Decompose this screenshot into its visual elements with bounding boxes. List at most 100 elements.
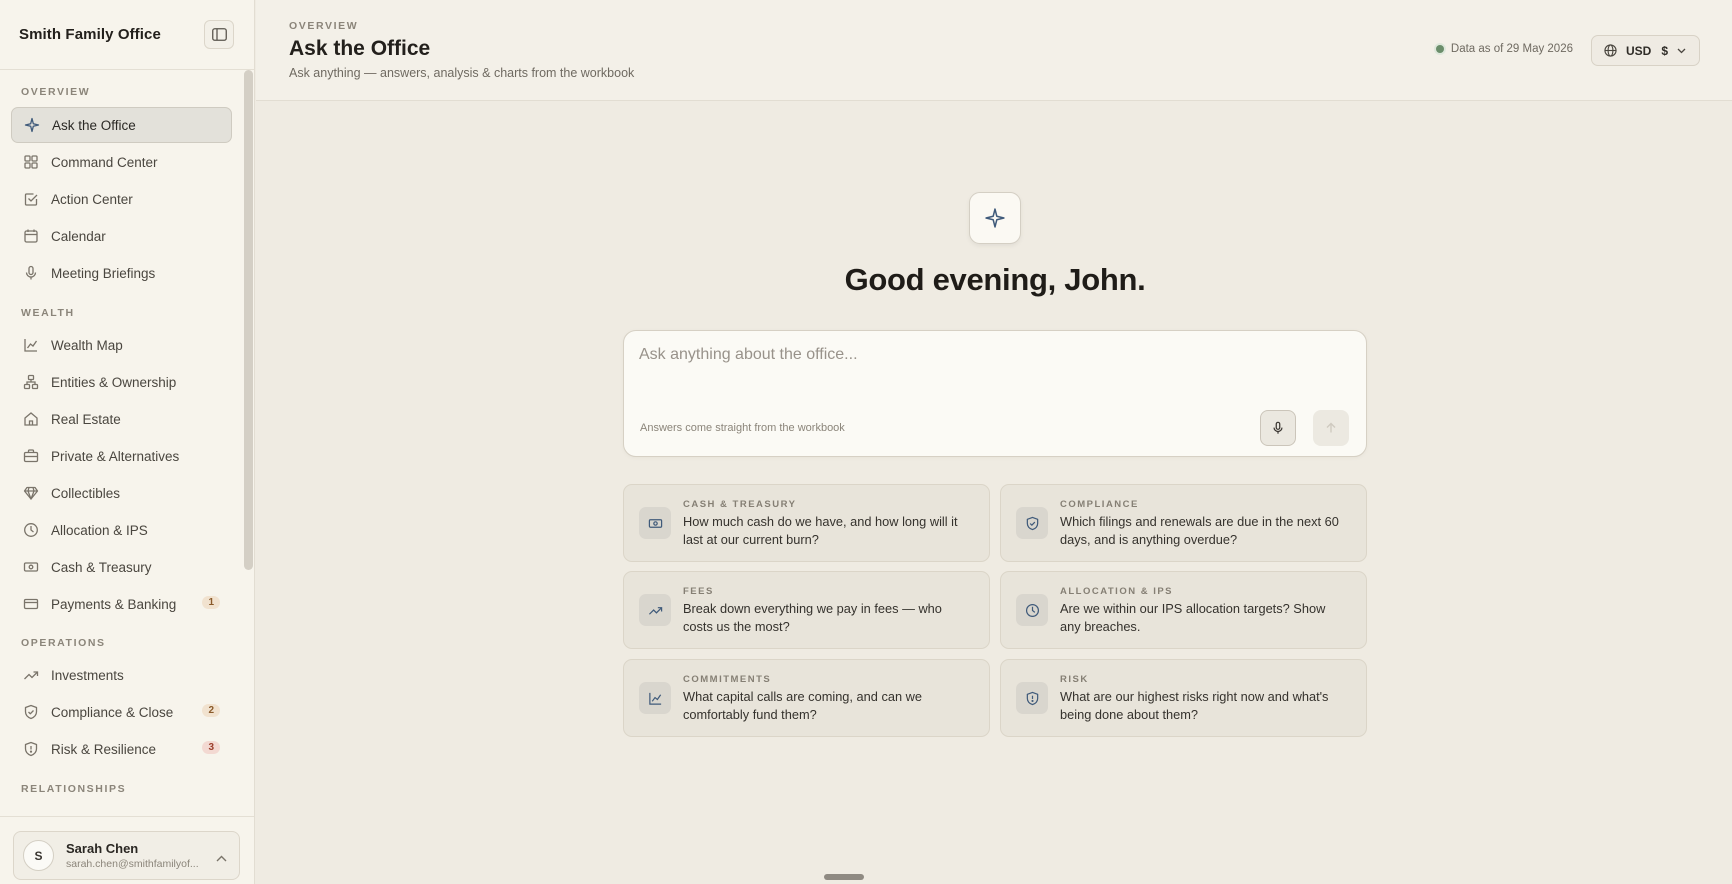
assistant-sparkle-icon	[969, 192, 1021, 244]
home-indicator[interactable]	[824, 874, 864, 880]
ask-input[interactable]	[639, 346, 1239, 364]
alert-shield-icon	[23, 741, 39, 757]
chevron-down-icon	[1677, 48, 1686, 54]
sidebar-item-entities-ownership[interactable]: Entities & Ownership	[11, 364, 232, 400]
sidebar-scrollbar[interactable]	[244, 70, 253, 570]
sidebar-item-label: Entities & Ownership	[51, 374, 177, 390]
suggestion-tag: CASH & TREASURY	[683, 499, 797, 510]
breadcrumb: OVERVIEW	[289, 20, 359, 32]
sidebar-item-meeting-briefings[interactable]: Meeting Briefings	[11, 255, 232, 291]
suggestion-card-commitments[interactable]: COMMITMENTS What capital calls are comin…	[623, 659, 990, 737]
checkbox-icon	[23, 191, 39, 207]
avatar: S	[23, 840, 54, 871]
sidebar-item-payments-banking[interactable]: Payments & Banking 1	[11, 586, 232, 622]
banknote-icon	[23, 559, 39, 575]
clock-icon	[1016, 594, 1048, 626]
sidebar-item-command-center[interactable]: Command Center	[11, 144, 232, 180]
sidebar-item-label: Risk & Resilience	[51, 741, 157, 757]
sidebar-item-label: Cash & Treasury	[51, 559, 152, 575]
section-label-relationships: RELATIONSHIPS	[21, 783, 127, 795]
suggestion-card-allocation-ips[interactable]: ALLOCATION & IPS Are we within our IPS a…	[1000, 571, 1367, 649]
suggestion-card-risk[interactable]: RISK What are our highest risks right no…	[1000, 659, 1367, 737]
trend-up-icon	[23, 667, 39, 683]
suggestion-card-fees[interactable]: FEES Break down everything we pay in fee…	[623, 571, 990, 649]
shield-check-icon	[1016, 507, 1048, 539]
sidebar-toggle-button[interactable]	[204, 20, 234, 49]
section-label-wealth: WEALTH	[21, 307, 75, 319]
sidebar-item-label: Private & Alternatives	[51, 448, 180, 464]
sidebar-item-cash-treasury[interactable]: Cash & Treasury	[11, 549, 232, 585]
sidebar-item-label: Meeting Briefings	[51, 265, 156, 281]
suggestion-card-cash-treasury[interactable]: CASH & TREASURY How much cash do we have…	[623, 484, 990, 562]
ask-hint: Answers come straight from the workbook	[640, 422, 845, 434]
user-profile-button[interactable]: S Sarah Chen sarah.chen@smithfamilyof...	[13, 831, 240, 880]
sidebar: Smith Family Office OVERVIEW Ask the Off…	[0, 0, 255, 884]
page-header: OVERVIEW Ask the Office Ask anything — a…	[256, 0, 1732, 101]
sparkle-icon	[24, 117, 40, 133]
sidebar-item-label: Real Estate	[51, 411, 121, 427]
sidebar-item-action-center[interactable]: Action Center	[11, 181, 232, 217]
suggestion-tag: ALLOCATION & IPS	[1060, 586, 1174, 597]
voice-input-button[interactable]	[1260, 410, 1296, 446]
section-label-operations: OPERATIONS	[21, 637, 106, 649]
sidebar-item-calendar[interactable]: Calendar	[11, 218, 232, 254]
section-label-overview: OVERVIEW	[21, 86, 91, 98]
suggestion-text: Break down everything we pay in fees — w…	[683, 601, 942, 634]
user-name: Sarah Chen	[66, 841, 139, 856]
diamond-icon	[23, 485, 39, 501]
house-icon	[23, 411, 39, 427]
data-freshness-indicator: Data as of 29 May 2026	[1435, 43, 1573, 55]
currency-selector[interactable]: USD $	[1591, 35, 1700, 66]
suggestion-tag: COMMITMENTS	[683, 674, 772, 685]
sidebar-item-real-estate[interactable]: Real Estate	[11, 401, 232, 437]
briefcase-icon	[23, 448, 39, 464]
alert-shield-icon	[1016, 682, 1048, 714]
mic-icon	[23, 265, 39, 281]
page-title: Ask the Office	[289, 37, 431, 60]
card-icon	[23, 596, 39, 612]
sidebar-item-ask-the-office[interactable]: Ask the Office	[11, 107, 232, 143]
sidebar-item-investments[interactable]: Investments	[11, 657, 232, 693]
trend-up-icon	[639, 594, 671, 626]
shield-icon	[23, 704, 39, 720]
sidebar-item-wealth-map[interactable]: Wealth Map	[11, 327, 232, 363]
suggestion-text: Which filings and renewals are due in th…	[1060, 514, 1339, 547]
sidebar-item-label: Investments	[51, 667, 124, 683]
clock-icon	[23, 522, 39, 538]
sidebar-item-label: Command Center	[51, 154, 158, 170]
notification-badge: 1	[202, 596, 220, 609]
suggestion-tag: COMPLIANCE	[1060, 499, 1139, 510]
line-chart-icon	[639, 682, 671, 714]
sidebar-item-collectibles[interactable]: Collectibles	[11, 475, 232, 511]
sidebar-item-allocation-ips[interactable]: Allocation & IPS	[11, 512, 232, 548]
sidebar-item-private-alternatives[interactable]: Private & Alternatives	[11, 438, 232, 474]
notification-badge: 2	[202, 704, 220, 717]
page-subtitle: Ask anything — answers, analysis & chart…	[289, 66, 635, 80]
sidebar-item-label: Calendar	[51, 228, 106, 244]
sidebar-item-label: Action Center	[51, 191, 133, 207]
sidebar-item-label: Compliance & Close	[51, 704, 174, 720]
sidebar-item-label: Wealth Map	[51, 337, 123, 353]
send-button[interactable]	[1313, 410, 1349, 446]
org-chart-icon	[23, 374, 39, 390]
chevron-up-icon	[216, 849, 227, 867]
suggestion-card-compliance[interactable]: COMPLIANCE Which filings and renewals ar…	[1000, 484, 1367, 562]
user-email: sarah.chen@smithfamilyof...	[66, 858, 199, 870]
ask-box: Answers come straight from the workbook	[623, 330, 1367, 457]
greeting-heading: Good evening, John.	[844, 262, 1146, 297]
grid-icon	[23, 154, 39, 170]
sidebar-header: Smith Family Office	[0, 0, 254, 70]
suggestion-text: How much cash do we have, and how long w…	[683, 514, 958, 547]
sidebar-toggle-icon	[211, 28, 227, 41]
currency-symbol: $	[1661, 43, 1669, 58]
sidebar-item-label: Ask the Office	[52, 117, 136, 133]
banknote-icon	[639, 507, 671, 539]
arrow-up-icon	[1326, 422, 1336, 433]
sidebar-item-compliance-close[interactable]: Compliance & Close 2	[11, 694, 232, 730]
sidebar-item-label: Collectibles	[51, 485, 121, 501]
notification-badge: 3	[202, 741, 220, 754]
sidebar-item-risk-resilience[interactable]: Risk & Resilience 3	[11, 731, 232, 767]
globe-icon	[1604, 44, 1617, 57]
suggestion-tag: FEES	[683, 586, 714, 597]
status-dot-icon	[1435, 45, 1444, 53]
